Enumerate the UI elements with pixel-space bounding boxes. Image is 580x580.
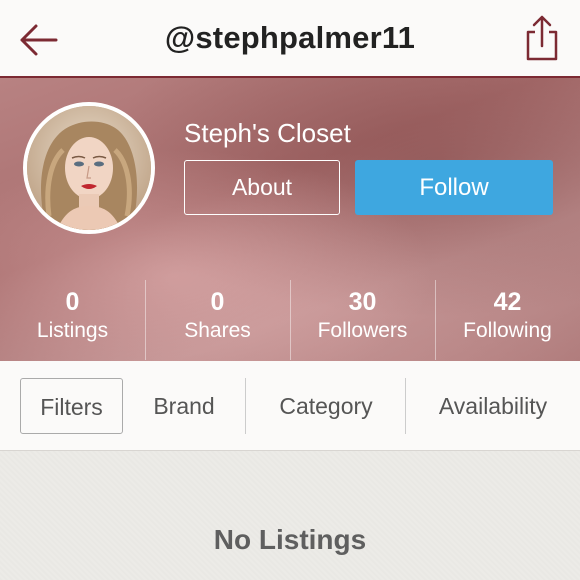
stat-following-value: 42 [493, 288, 522, 316]
closet-name: Steph's Closet [184, 118, 351, 148]
stat-listings-value: 0 [65, 288, 80, 316]
follow-button[interactable]: Follow [355, 160, 553, 215]
stat-followers-value: 30 [348, 288, 377, 316]
filter-bar: Filters Brand Category Availability [0, 361, 580, 451]
stat-following-label: Following [463, 319, 552, 342]
empty-state-text: No Listings [213, 524, 367, 555]
listings-area: No Listings [0, 451, 580, 580]
brand-filter[interactable]: Brand [135, 378, 233, 434]
stat-shares[interactable]: 0 Shares [145, 280, 290, 360]
stat-following[interactable]: 42 Following [435, 280, 580, 360]
stat-shares-value: 0 [210, 288, 225, 316]
page-title: @stephpalmer11 [164, 20, 416, 55]
filters-button[interactable]: Filters [20, 378, 123, 434]
profile-stats: 0 Listings 0 Shares 30 Followers 42 Foll… [0, 280, 580, 360]
category-filter[interactable]: Category [258, 378, 394, 434]
share-icon [526, 15, 558, 61]
stat-followers-label: Followers [317, 319, 408, 342]
availability-filter[interactable]: Availability [418, 378, 568, 434]
stat-shares-label: Shares [184, 319, 251, 342]
stat-listings[interactable]: 0 Listings [0, 280, 145, 360]
avatar-image [27, 106, 151, 230]
stat-listings-label: Listings [36, 319, 109, 342]
share-button[interactable] [524, 14, 560, 62]
about-button[interactable]: About [184, 160, 340, 215]
filter-divider [405, 378, 406, 434]
stat-followers[interactable]: 30 Followers [290, 280, 435, 360]
avatar[interactable] [23, 102, 155, 234]
top-bar: @stephpalmer11 [0, 0, 580, 78]
profile-header: Steph's Closet About Follow 0 Listings 0… [0, 78, 580, 361]
filter-divider [245, 378, 246, 434]
